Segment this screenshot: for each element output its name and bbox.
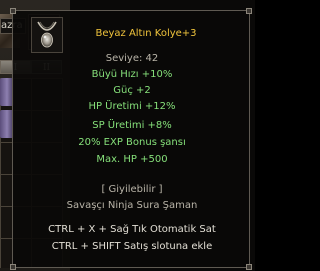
bonus-line: SP Üretimi +8% — [92, 120, 172, 131]
bonus-line: 20% EXP Bonus şansı — [78, 137, 186, 148]
tooltip-corner — [246, 8, 252, 14]
game-screen: azra I II — [0, 0, 255, 271]
item-level: Seviye: 42 — [105, 53, 159, 64]
tooltip-corner — [246, 264, 252, 270]
bonus-line: Güç +2 — [113, 85, 151, 96]
bonus-line: Büyü Hızı +10% — [91, 69, 173, 80]
hint-auto-sell: CTRL + X + Sağ Tık Otomatik Sat — [48, 224, 216, 235]
item-tooltip: Beyaz Altın Kolye+3 Seviye: 42 Büyü Hızı… — [10, 8, 252, 270]
wearable-classes: Savaşçı Ninja Sura Şaman — [66, 200, 198, 211]
bonus-line: Max. HP +500 — [96, 154, 168, 165]
tooltip-corner — [10, 8, 16, 14]
tooltip-corner — [10, 264, 16, 270]
item-name: Beyaz Altın Kolye+3 — [95, 28, 197, 39]
bonus-line: HP Üretimi +12% — [88, 101, 176, 112]
hint-sell-slot: CTRL + SHIFT Satış slotuna ekle — [51, 241, 213, 252]
wearable-header: [ Giyilebilir ] — [101, 184, 163, 195]
